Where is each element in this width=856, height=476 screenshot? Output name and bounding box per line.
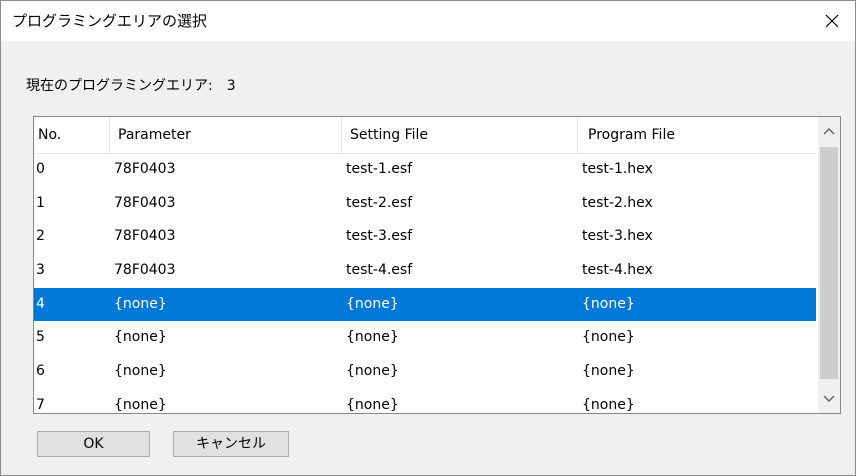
cell-parameter: {none}	[114, 295, 167, 312]
cell-program-file: test-4.hex	[582, 262, 653, 279]
list-row[interactable]: 0 78F0403 test-1.esf test-1.hex	[34, 153, 816, 187]
title-bar: プログラミングエリアの選択	[1, 1, 855, 41]
cell-parameter: {none}	[114, 363, 167, 380]
column-header-program-file[interactable]: Program File	[578, 117, 816, 153]
current-area-row: 現在のプログラミングエリア: 3	[26, 76, 236, 96]
cell-program-file: {none}	[582, 329, 635, 346]
cell-setting-file: {none}	[346, 295, 399, 312]
list-row[interactable]: 3 78F0403 test-4.esf test-4.hex	[34, 254, 816, 288]
list-row[interactable]: 6 {none} {none} {none}	[34, 355, 816, 389]
cell-no: 1	[36, 194, 45, 211]
window-title: プログラミングエリアの選択	[12, 12, 208, 30]
scroll-up-button[interactable]	[818, 117, 840, 145]
cell-setting-file: test-1.esf	[346, 161, 413, 177]
cell-no: 4	[36, 295, 45, 312]
cell-parameter: 78F0403	[114, 262, 176, 279]
close-icon	[825, 14, 839, 28]
cell-parameter: {none}	[114, 329, 167, 346]
column-header-parameter[interactable]: Parameter	[110, 117, 342, 153]
chevron-up-icon	[823, 128, 835, 135]
cell-setting-file: {none}	[346, 329, 399, 346]
cell-no: 3	[36, 262, 45, 279]
cell-program-file: test-3.hex	[582, 228, 653, 245]
list-row[interactable]: 7 {none} {none} {none}	[34, 389, 816, 413]
cell-program-file: {none}	[582, 363, 635, 380]
list-row[interactable]: 2 78F0403 test-3.esf test-3.hex	[34, 220, 816, 254]
cell-no: 5	[36, 329, 45, 346]
cell-setting-file: test-2.esf	[346, 194, 413, 211]
cell-parameter: 78F0403	[114, 161, 176, 177]
scroll-down-button[interactable]	[818, 385, 840, 413]
chevron-down-icon	[823, 395, 835, 402]
cell-no: 0	[36, 161, 45, 177]
cell-setting-file: {none}	[346, 396, 399, 413]
cell-no: 7	[36, 396, 45, 413]
cell-setting-file: {none}	[346, 363, 399, 380]
list-row[interactable]: 5 {none} {none} {none}	[34, 321, 816, 355]
cell-program-file: {none}	[582, 295, 635, 312]
list-header: No. Parameter Setting File Program File	[34, 117, 816, 154]
cell-parameter: 78F0403	[114, 194, 176, 211]
cell-program-file: test-1.hex	[582, 161, 653, 177]
area-list[interactable]: No. Parameter Setting File Program File …	[33, 116, 841, 414]
column-header-no[interactable]: No.	[34, 117, 110, 153]
cell-setting-file: test-3.esf	[346, 228, 413, 245]
column-header-setting-file[interactable]: Setting File	[342, 117, 578, 153]
cell-no: 2	[36, 228, 45, 245]
cell-parameter: 78F0403	[114, 228, 176, 245]
scroll-thumb[interactable]	[820, 147, 838, 379]
current-area-label: 現在のプログラミングエリア:	[26, 78, 213, 94]
list-row-selected[interactable]: 4 {none} {none} {none}	[34, 287, 816, 322]
cell-program-file: test-2.hex	[582, 194, 653, 211]
cell-no: 6	[36, 363, 45, 380]
list-row[interactable]: 1 78F0403 test-2.esf test-2.hex	[34, 187, 816, 221]
ok-button[interactable]: OK	[37, 431, 150, 457]
close-button[interactable]	[809, 1, 855, 41]
current-area-value: 3	[226, 78, 236, 94]
cell-parameter: {none}	[114, 396, 167, 413]
programming-area-dialog: プログラミングエリアの選択 現在のプログラミングエリア: 3 No. Parame…	[0, 0, 856, 476]
vertical-scrollbar[interactable]	[818, 117, 840, 413]
cell-program-file: {none}	[582, 396, 635, 413]
list-rows: 0 78F0403 test-1.esf test-1.hex 1 78F040…	[34, 153, 816, 413]
cancel-button[interactable]: キャンセル	[173, 431, 289, 457]
cell-setting-file: test-4.esf	[346, 262, 413, 279]
